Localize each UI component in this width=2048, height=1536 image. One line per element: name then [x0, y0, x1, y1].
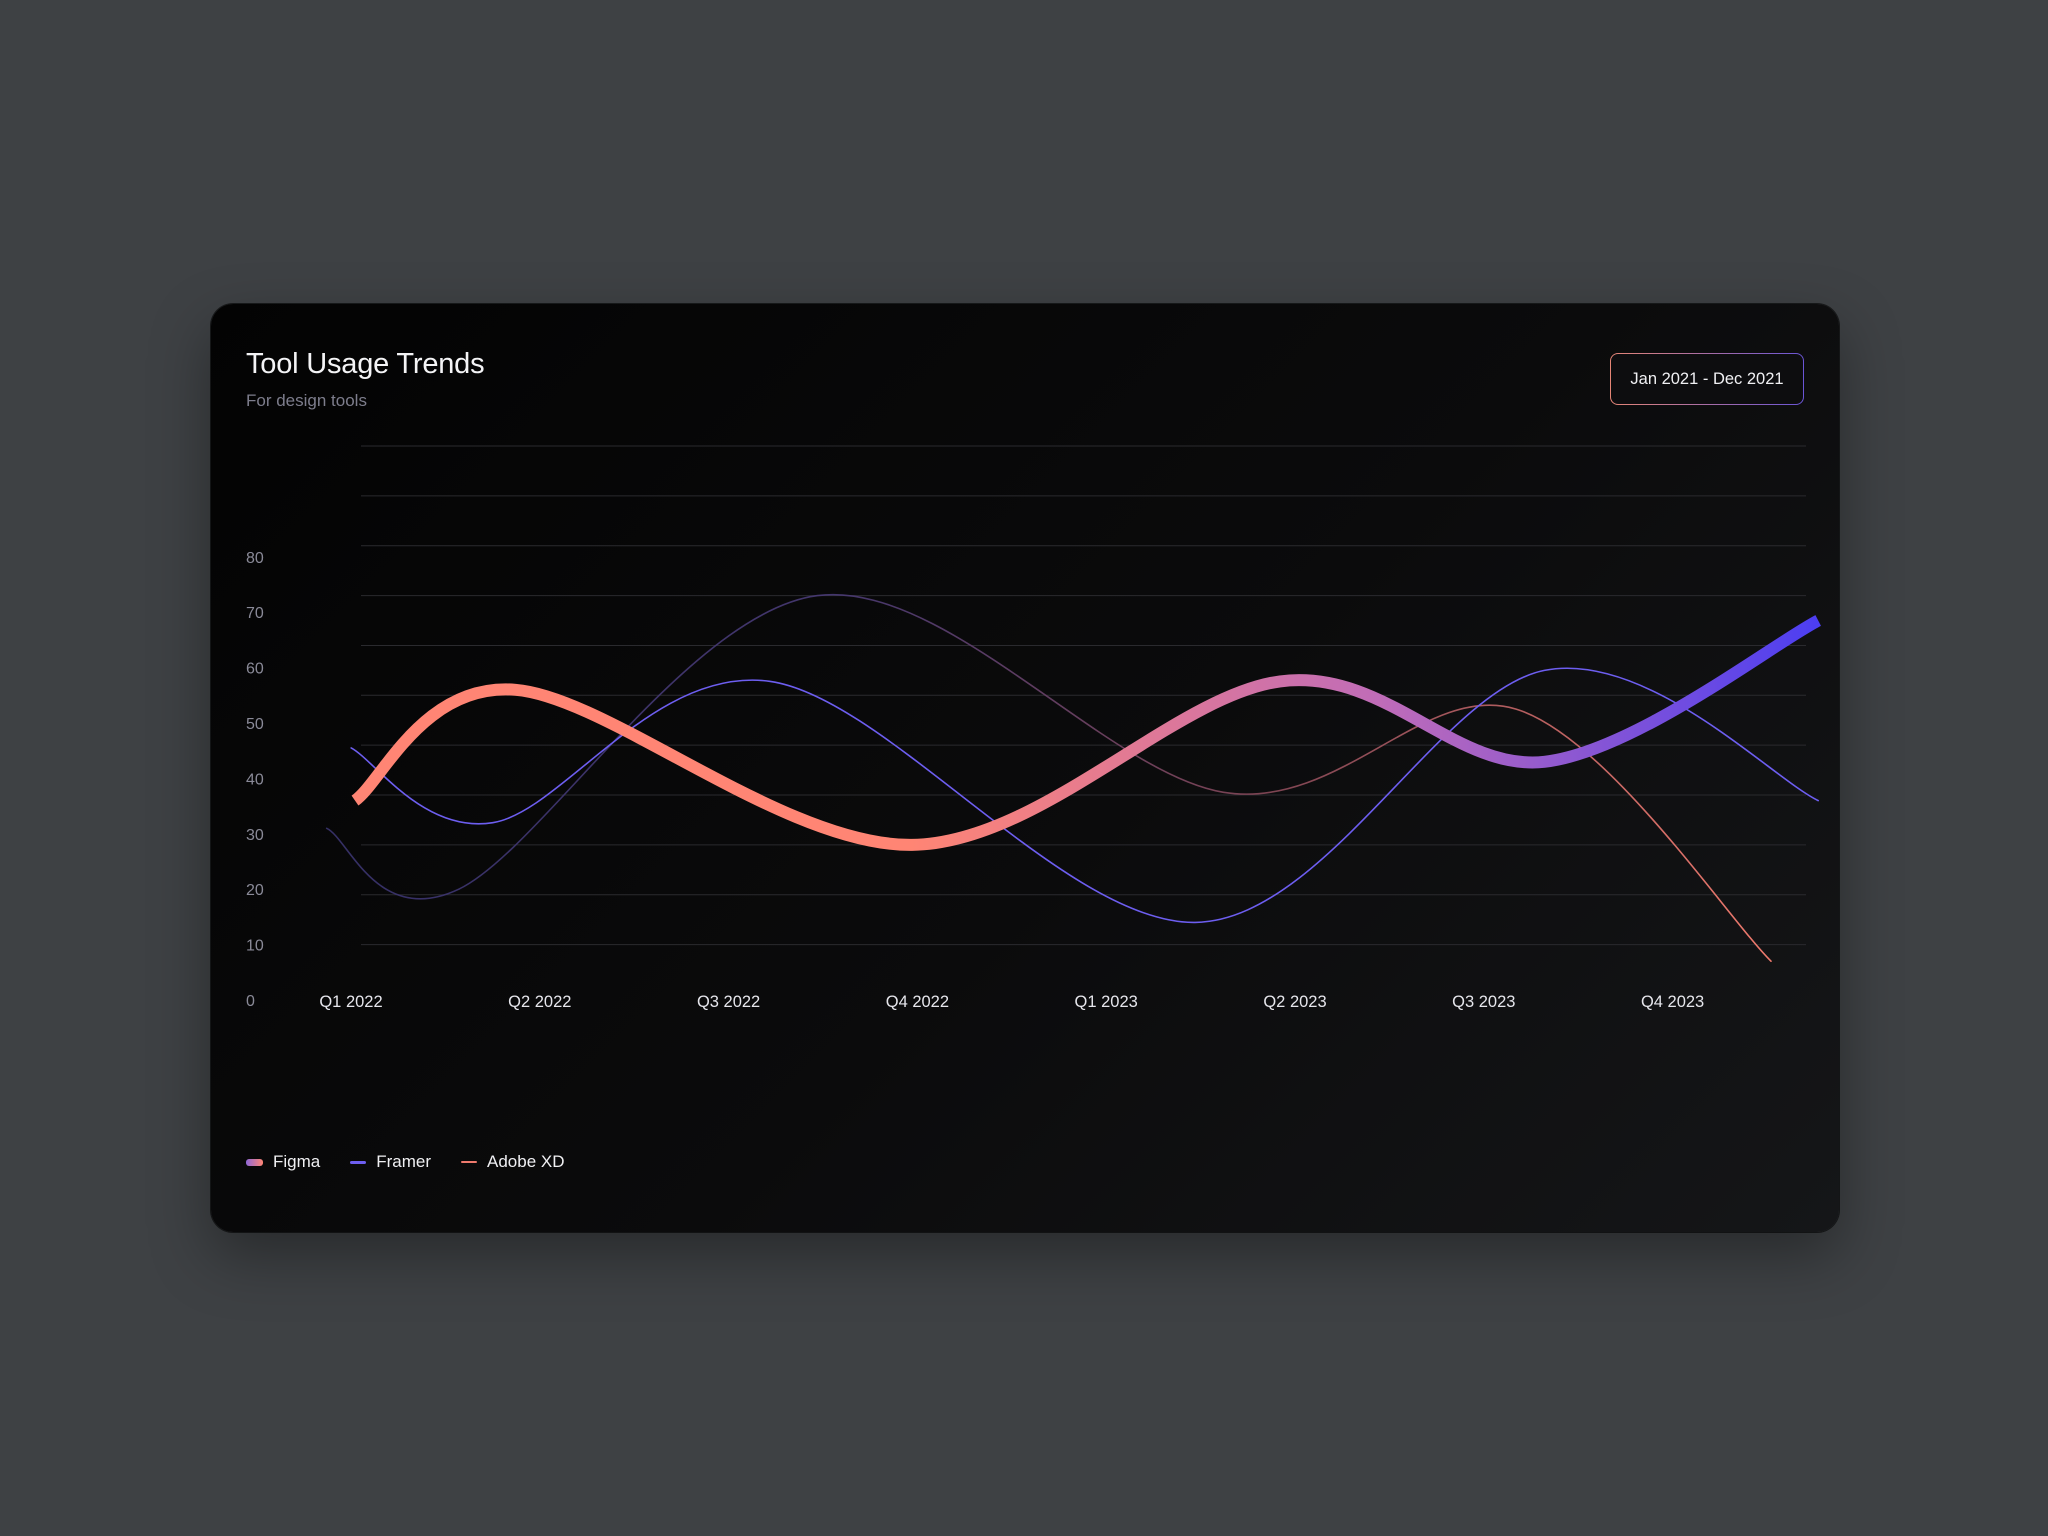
x-tick-label: Q4 2022 [886, 993, 949, 1011]
y-tick-label: 40 [246, 771, 264, 788]
x-axis: Q1 2022 Q2 2022 Q3 2022 Q4 2022 Q1 2023 Q2 20… [319, 993, 1704, 1011]
legend-item-figma[interactable]: Figma [246, 1152, 320, 1172]
y-tick-label: 70 [246, 605, 264, 622]
legend-item-adobe-xd[interactable]: Adobe XD [461, 1152, 565, 1172]
line-chart: 0 10 20 30 40 50 60 70 80 Q1 2022 Q2 2022 Q3 2022 Q4… [246, 445, 1821, 1011]
adobe-xd-swatch-icon [461, 1161, 478, 1163]
y-tick-label: 60 [246, 661, 264, 678]
figma-swatch-icon [246, 1158, 263, 1166]
legend-label-figma: Figma [273, 1152, 321, 1171]
grid-lines [361, 445, 1806, 946]
x-tick-label: Q4 2023 [1641, 993, 1704, 1011]
y-axis: 0 10 20 30 40 50 60 70 80 [246, 550, 264, 1010]
x-tick-label: Q1 2023 [1075, 993, 1138, 1011]
x-tick-label: Q3 2023 [1452, 993, 1515, 1011]
series-line-adobe-xd [325, 593, 1772, 962]
y-tick-label: 80 [246, 550, 264, 567]
x-tick-label: Q3 2022 [697, 993, 760, 1011]
legend-label-framer: Framer [376, 1152, 432, 1171]
y-tick-label: 50 [246, 716, 264, 733]
legend-item-framer[interactable]: Framer [350, 1152, 431, 1172]
y-tick-label: 0 [246, 993, 255, 1010]
legend-label-adobe-xd: Adobe XD [487, 1152, 565, 1171]
y-tick-label: 10 [246, 938, 264, 955]
x-tick-label: Q1 2022 [319, 993, 382, 1011]
series-line-figma [351, 615, 1821, 851]
chart-card: Tool Usage Trends For design tools Jan 2… [211, 304, 1839, 1232]
chart-legend: Figma Framer Adobe XD [246, 1152, 565, 1172]
x-tick-label: Q2 2023 [1263, 993, 1326, 1011]
x-tick-label: Q2 2022 [508, 993, 571, 1011]
y-tick-label: 20 [246, 882, 264, 899]
y-tick-label: 30 [246, 827, 264, 844]
framer-swatch-icon [350, 1160, 367, 1164]
